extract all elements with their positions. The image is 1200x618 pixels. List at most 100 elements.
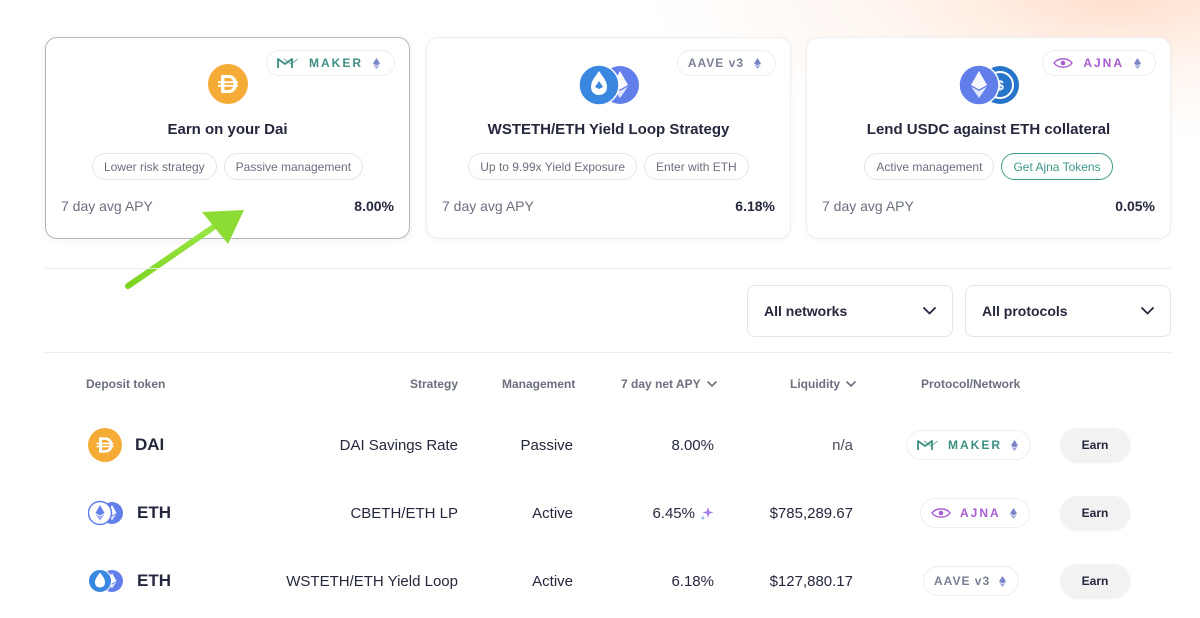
ethereum-network-icon — [1009, 507, 1017, 519]
apy-value: 6.18% — [735, 198, 775, 214]
column-deposit-token: Deposit token — [86, 377, 166, 391]
tag-entry: Enter with ETH — [644, 153, 749, 180]
earn-button[interactable]: Earn — [1060, 428, 1130, 462]
tag-management: Active management — [864, 153, 995, 180]
sort-chevron-icon — [846, 381, 856, 388]
strategy-cell: WSTETH/ETH Yield Loop — [286, 572, 458, 590]
strategy-card-wsteth-eth[interactable]: AAVE v3 WSTETH/ETH Yield Loop Strategy U… — [426, 37, 791, 239]
management-cell: Active — [532, 504, 573, 522]
earn-cell: Earn — [1060, 489, 1130, 537]
wsteth-eth-icon — [577, 64, 639, 106]
ajna-logo-icon — [931, 508, 951, 518]
apy-value: 8.00% — [354, 198, 394, 214]
apy-value: 6.45% — [652, 504, 695, 522]
card-tags: Up to 9.99x Yield Exposure Enter with ET… — [427, 153, 790, 180]
token-symbol: DAI — [135, 435, 165, 454]
dai-icon — [207, 64, 248, 104]
table-row: ETH WSTETH/ETH Yield Loop Active 6.18% $… — [0, 557, 1200, 605]
card-title: Lend USDC against ETH collateral — [866, 121, 1111, 138]
apy-cell: 6.45% — [652, 489, 714, 537]
eth-usdc-icon: $ — [957, 64, 1019, 106]
network-filter-label: All networks — [764, 303, 848, 319]
management-cell: Passive — [520, 436, 573, 454]
protocol-name: AJNA — [960, 506, 1001, 520]
sparkle-icon — [700, 507, 714, 520]
column-strategy: Strategy — [409, 377, 458, 391]
liquidity-cell: n/a — [832, 436, 853, 454]
apy-cell: 8.00% — [671, 436, 714, 454]
tag-management: Passive management — [223, 153, 364, 180]
management-cell: Active — [532, 572, 573, 590]
earn-cell: Earn — [1060, 421, 1130, 469]
ajna-logo-icon — [1053, 58, 1074, 68]
protocol-filter-label: All protocols — [982, 303, 1068, 319]
ethereum-network-icon — [1011, 439, 1018, 451]
column-liquidity-sort[interactable]: Liquidity — [790, 377, 856, 391]
annotation-arrow-icon — [125, 210, 244, 289]
ethereum-network-icon — [754, 57, 761, 69]
get-ajna-tokens-button[interactable]: Get Ajna Tokens — [1001, 153, 1113, 180]
ethereum-network-icon — [999, 575, 1007, 587]
protocol-filter-dropdown[interactable]: All protocols — [965, 285, 1171, 337]
deposit-token-cell: DAI — [88, 421, 164, 469]
liquidity-cell: $127,880.17 — [769, 572, 853, 590]
protocol-badge-ajna: AJNA — [920, 498, 1030, 528]
column-protocol-network: Protocol/Network — [921, 377, 1021, 391]
strategy-cell: CBETH/ETH LP — [350, 504, 458, 522]
maker-logo-icon — [917, 440, 939, 450]
column-apy-label: 7 day net APY — [621, 377, 701, 391]
wsteth-eth-icon — [88, 569, 123, 593]
apy-label: 7 day avg APY — [822, 198, 914, 214]
protocol-badge-ajna: AJNA — [1042, 50, 1156, 76]
sort-chevron-icon — [706, 381, 717, 388]
protocol-cell: AJNA — [920, 489, 1030, 537]
protocol-name: AAVE v3 — [934, 574, 991, 588]
card-title: Earn on your Dai — [167, 121, 288, 138]
protocol-badge-aave: AAVE v3 — [676, 50, 776, 76]
section-divider — [45, 268, 1171, 269]
earn-button[interactable]: Earn — [1060, 564, 1130, 598]
column-apy-sort[interactable]: 7 day net APY — [621, 377, 717, 391]
deposit-token-cell: ETH — [88, 489, 171, 537]
protocol-name: AAVE v3 — [687, 56, 744, 70]
chevron-down-icon — [1141, 307, 1154, 315]
protocol-badge-maker: MAKER — [906, 430, 1031, 460]
apy-label: 7 day avg APY — [442, 198, 534, 214]
maker-logo-icon — [277, 58, 299, 68]
apy-cell: 6.18% — [671, 572, 714, 590]
ethereum-network-icon — [1134, 57, 1141, 69]
strategy-cell: DAI Savings Rate — [339, 436, 458, 454]
apy-value: 0.05% — [1115, 198, 1155, 214]
liquidity-cell: $785,289.67 — [769, 504, 853, 522]
network-filter-dropdown[interactable]: All networks — [747, 285, 953, 337]
card-tags: Active management Get Ajna Tokens — [807, 153, 1170, 180]
earn-button[interactable]: Earn — [1060, 496, 1130, 530]
cbeth-eth-icon — [88, 500, 123, 526]
tag-risk: Lower risk strategy — [91, 153, 217, 180]
token-symbol: ETH — [137, 503, 171, 522]
tag-exposure: Up to 9.99x Yield Exposure — [468, 153, 638, 180]
table-row: DAI DAI Savings Rate Passive 8.00% n/a M… — [0, 421, 1200, 469]
section-divider — [45, 352, 1171, 353]
chevron-down-icon — [923, 307, 936, 315]
deposit-token-cell: ETH — [88, 557, 171, 605]
protocol-name: MAKER — [948, 438, 1002, 452]
token-symbol: ETH — [137, 571, 171, 590]
protocol-name: AJNA — [1083, 56, 1124, 70]
column-liquidity-label: Liquidity — [790, 377, 840, 391]
strategy-card-ajna-usdc[interactable]: AJNA $ Lend USDC against ETH collateral … — [806, 37, 1171, 239]
card-tags: Lower risk strategy Passive management — [46, 153, 409, 180]
card-title: WSTETH/ETH Yield Loop Strategy — [487, 121, 730, 138]
ethereum-network-icon — [373, 57, 380, 69]
protocol-name: MAKER — [309, 56, 363, 70]
dai-icon — [88, 428, 122, 462]
table-header: Deposit token Strategy Management 7 day … — [0, 377, 1200, 393]
protocol-cell: AAVE v3 — [923, 557, 1020, 605]
protocol-cell: MAKER — [906, 421, 1031, 469]
column-management: Management — [502, 377, 576, 391]
protocol-badge-maker: MAKER — [266, 50, 395, 76]
protocol-badge-aave: AAVE v3 — [923, 566, 1020, 596]
earn-cell: Earn — [1060, 557, 1130, 605]
apy-row: 7 day avg APY 0.05% — [822, 198, 1155, 214]
table-row: ETH CBETH/ETH LP Active 6.45% $785,289.6… — [0, 489, 1200, 537]
